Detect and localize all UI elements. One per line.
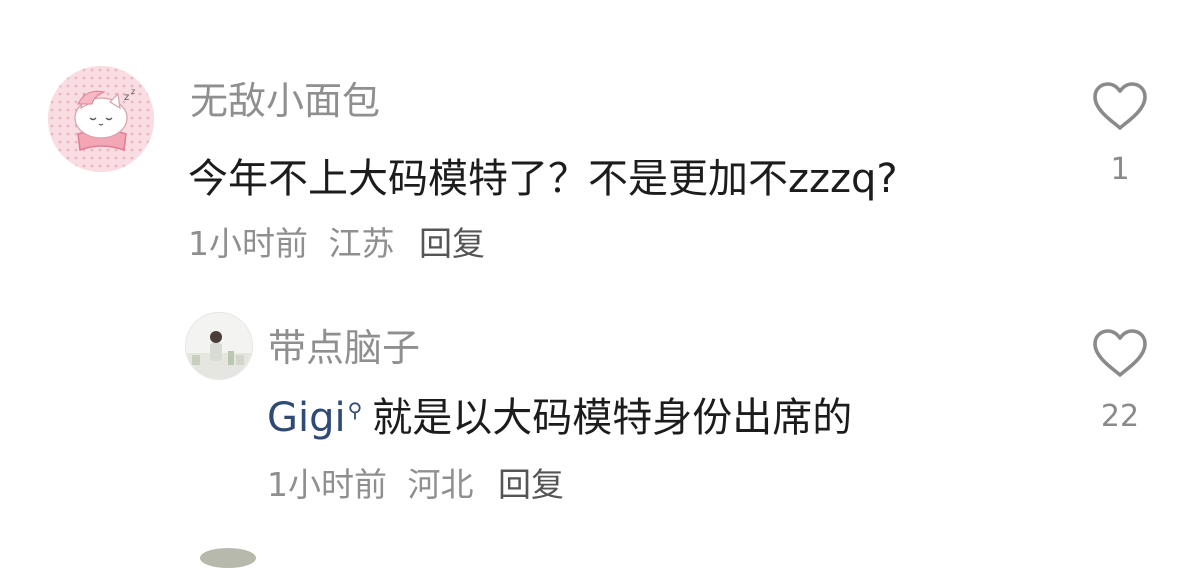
like-count: 1 xyxy=(1110,152,1130,187)
heart-icon xyxy=(1093,82,1147,130)
heart-icon xyxy=(1093,329,1147,377)
comment-username[interactable]: 带点脑子 xyxy=(268,317,420,372)
comment-text-body: 就是以大码模特身份出席的 xyxy=(372,395,853,441)
comment-meta: 1小时前 河北 回复 xyxy=(267,458,564,506)
mention-link[interactable]: Gigi xyxy=(267,395,346,441)
next-comment-avatar[interactable] xyxy=(200,548,256,568)
comment-text: Gigi ⚲ 就是以大码模特身份出席的 xyxy=(267,385,852,443)
photo-avatar-icon xyxy=(186,313,252,379)
user-avatar[interactable] xyxy=(185,312,253,380)
like-count: 22 xyxy=(1100,399,1140,434)
comment-time: 1小时前 xyxy=(267,465,387,504)
reply-button[interactable]: 回复 xyxy=(498,458,564,506)
like-button[interactable]: 22 xyxy=(1080,327,1160,434)
reply-button[interactable]: 回复 xyxy=(419,217,485,265)
comment-location: 河北 xyxy=(407,465,474,504)
comment-meta: 1小时前 江苏 回复 xyxy=(188,217,485,265)
svg-text:z: z xyxy=(131,87,135,96)
user-avatar[interactable]: z z xyxy=(48,66,154,172)
comment-time: 1小时前 xyxy=(188,224,308,263)
search-icon[interactable]: ⚲ xyxy=(348,398,363,422)
comment-text-body: 今年不上大码模特了？不是更加不zzzq? xyxy=(188,156,898,202)
svg-text:z: z xyxy=(124,92,129,103)
comment-location: 江苏 xyxy=(328,224,395,263)
like-button[interactable]: 1 xyxy=(1080,80,1160,187)
comment-username[interactable]: 无敌小面包 xyxy=(190,70,380,125)
cat-sticker-avatar-icon: z z xyxy=(48,66,154,172)
comment-text: 今年不上大码模特了？不是更加不zzzq? xyxy=(188,146,898,204)
